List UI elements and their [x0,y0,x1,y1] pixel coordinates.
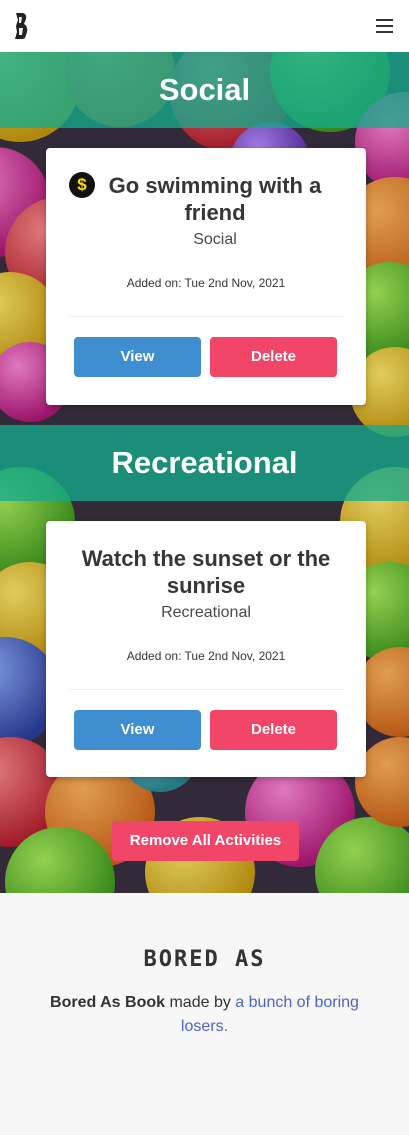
section-heading-band: Recreational [0,425,409,501]
footer-made-by: made by [165,994,236,1011]
activity-type: Recreational [161,604,251,621]
section-heading: Recreational [111,445,298,480]
hamburger-menu-icon[interactable] [376,18,393,34]
remove-all-activities-button[interactable]: Remove All Activities [112,821,299,861]
activity-card: Watch the sunset or the sunrise Recreati… [46,521,366,777]
activity-title: Go swimming with a friend [108,173,322,225]
footer-book-name: Bored As Book [50,994,166,1011]
brand-logo-icon[interactable] [13,12,29,40]
delete-button[interactable]: Delete [210,337,337,377]
view-button[interactable]: View [74,710,201,750]
card-divider [69,689,343,690]
section-heading-band: Social [0,52,409,128]
card-divider [69,316,343,317]
footer-brand-logo: BORED AS [143,947,266,972]
footer-period: . [223,1018,229,1035]
navbar [0,0,409,52]
view-button[interactable]: View [74,337,201,377]
delete-button[interactable]: Delete [210,710,337,750]
footer: BORED AS Bored As Book made by a bunch o… [0,893,409,1135]
activity-date: Added on: Tue 2nd Nov, 2021 [126,276,286,290]
activity-title: Watch the sunset or the sunrise [81,546,331,598]
footer-credit: Bored As Book made by a bunch of boring … [40,991,369,1039]
activity-type: Social [193,231,237,248]
section-heading: Social [158,72,251,107]
activity-date: Added on: Tue 2nd Nov, 2021 [126,649,286,663]
activity-card: $ Go swimming with a friend Social Added… [46,148,366,405]
activities-hero: Social $ Go swimming with a friend Socia… [0,52,409,893]
